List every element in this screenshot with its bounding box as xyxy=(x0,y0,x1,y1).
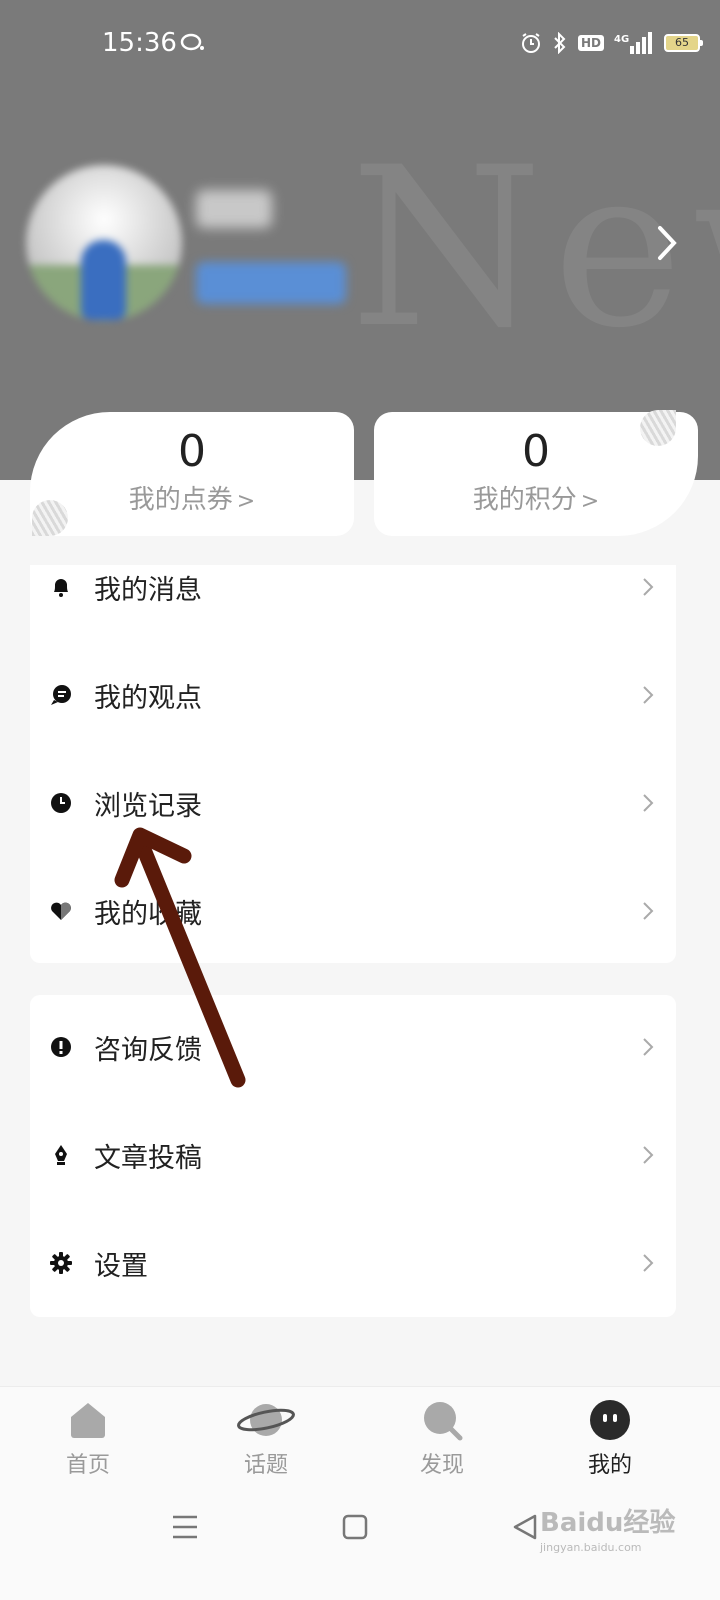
username-redacted[interactable] xyxy=(196,190,272,228)
menu-icon[interactable] xyxy=(172,1514,198,1540)
menu-item-label: 我的收藏 xyxy=(94,898,202,930)
coupons-label: 我的点券 > xyxy=(128,485,256,515)
gear-icon xyxy=(50,1252,72,1274)
menu-item-feedback[interactable]: 咨询反馈 xyxy=(30,1017,676,1077)
avatar-figure xyxy=(81,240,126,320)
menu-item-label: 咨询反馈 xyxy=(94,1034,202,1066)
coupons-count: 0 xyxy=(178,426,206,477)
leaf-decoration-icon xyxy=(640,410,676,446)
leaf-decoration-icon xyxy=(32,500,68,536)
chevron-right-icon xyxy=(643,794,654,812)
tab-home[interactable]: 首页 xyxy=(28,1399,148,1479)
baidu-watermark: Baidu经验 jingyan.baidu.com xyxy=(540,1502,675,1554)
menu-group-more: 咨询反馈 文章投稿 设置 xyxy=(30,995,676,1317)
tab-topics[interactable]: 话题 xyxy=(206,1399,326,1479)
menu-item-history[interactable]: 浏览记录 xyxy=(30,773,676,833)
home-square-icon[interactable] xyxy=(342,1514,368,1540)
menu-item-opinions[interactable]: 我的观点 xyxy=(30,665,676,725)
clock-icon xyxy=(51,793,71,813)
menu-item-settings[interactable]: 设置 xyxy=(30,1233,676,1293)
signal-4g-icon: 4G xyxy=(614,32,652,54)
chevron-right-icon xyxy=(643,1038,654,1056)
exclamation-icon xyxy=(51,1037,71,1057)
status-time: 15:36 xyxy=(102,28,177,58)
menu-item-submit-article[interactable]: 文章投稿 xyxy=(30,1125,676,1185)
search-icon xyxy=(424,1402,463,1441)
chevron-right-icon xyxy=(643,578,654,596)
menu-item-label: 浏览记录 xyxy=(94,790,202,822)
tab-discover[interactable]: 发现 xyxy=(382,1399,502,1479)
menu-item-label: 文章投稿 xyxy=(94,1142,202,1174)
alarm-icon xyxy=(521,33,540,53)
battery-icon: 65 xyxy=(664,34,703,52)
profile-chevron-right-icon[interactable] xyxy=(652,222,682,264)
bluetooth-icon xyxy=(554,32,566,54)
chevron-right-icon xyxy=(643,686,654,704)
bell-icon xyxy=(54,579,68,597)
points-label: 我的积分 > xyxy=(472,485,600,515)
hd-icon: HD xyxy=(577,35,604,51)
chevron-right-icon xyxy=(643,1146,654,1164)
coupons-card[interactable]: 0 我的点券 > xyxy=(30,412,354,536)
menu-item-label: 设置 xyxy=(94,1250,148,1282)
message-bubble-icon xyxy=(180,33,204,51)
chevron-right-icon: > xyxy=(236,489,256,514)
pen-nib-icon xyxy=(55,1145,67,1165)
tab-label: 我的 xyxy=(587,1453,632,1478)
menu-item-messages[interactable]: 我的消息 xyxy=(30,557,676,617)
heart-icon xyxy=(51,902,71,920)
tab-label: 话题 xyxy=(243,1453,288,1478)
menu-group-personal: 我的消息 我的观点 浏览记录 我的收藏 xyxy=(30,565,676,963)
user-badge-redacted[interactable] xyxy=(196,262,346,304)
bottom-tab-bar: 首页 话题 发现 我的 xyxy=(0,1386,720,1496)
menu-item-label: 我的观点 xyxy=(94,682,202,714)
status-bar: 15:36 HD 4G 65 xyxy=(0,0,720,90)
back-triangle-icon[interactable] xyxy=(512,1514,538,1540)
tab-label: 发现 xyxy=(419,1453,464,1478)
comment-icon xyxy=(51,685,71,705)
svg-text:4G: 4G xyxy=(614,34,629,45)
profile-face-icon xyxy=(590,1400,630,1440)
baidu-url: jingyan.baidu.com xyxy=(540,1541,642,1554)
baidu-brand: Baidu经验 xyxy=(540,1508,676,1538)
menu-item-label: 我的消息 xyxy=(94,574,202,606)
home-icon xyxy=(71,1403,105,1438)
tab-me[interactable]: 我的 xyxy=(550,1399,670,1479)
chevron-right-icon xyxy=(643,902,654,920)
tab-label: 首页 xyxy=(65,1453,110,1478)
menu-item-favorites[interactable]: 我的收藏 xyxy=(30,881,676,941)
avatar[interactable] xyxy=(26,165,182,321)
planet-icon xyxy=(237,1404,295,1436)
chevron-right-icon: > xyxy=(580,489,600,514)
chevron-right-icon xyxy=(643,1254,654,1272)
